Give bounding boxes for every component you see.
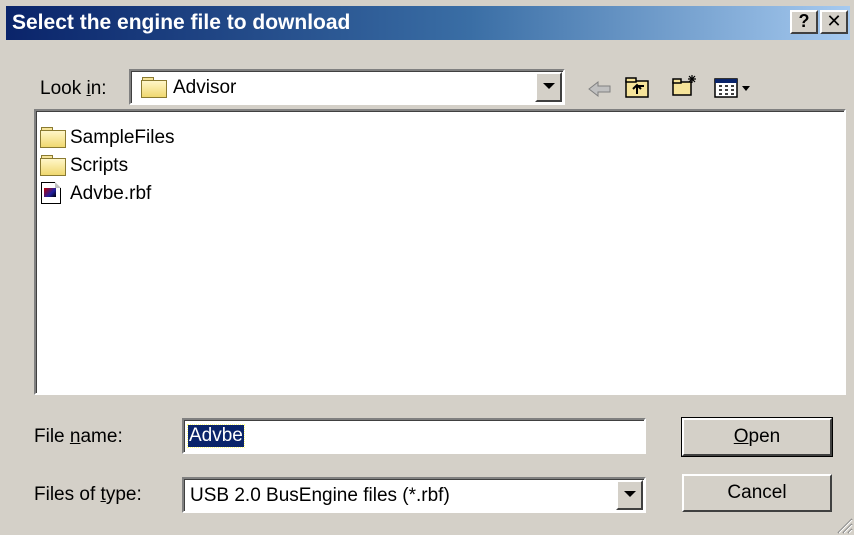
file-list[interactable]: SampleFiles Scripts Advbe.rbf — [34, 109, 846, 395]
back-arrow-icon[interactable] — [586, 77, 614, 101]
file-name-input[interactable]: Advbe — [182, 418, 646, 454]
look-in-label-prefix: Look — [40, 78, 87, 99]
open-button[interactable]: Open — [681, 417, 833, 457]
cancel-button[interactable]: Cancel — [682, 474, 832, 512]
view-menu-icon[interactable] — [713, 76, 757, 100]
file-type-dropdown-arrow[interactable] — [616, 480, 643, 510]
file-name-input-frame — [184, 420, 644, 452]
list-item-label: Advbe.rbf — [70, 183, 152, 204]
file-type-label-prefix: Files of — [34, 484, 101, 505]
list-item-label: Scripts — [70, 155, 129, 176]
open-folder-icon — [141, 77, 167, 98]
title-bar[interactable]: Select the engine file to download ? ✕ — [6, 6, 850, 40]
open-folder-icon-body — [141, 80, 167, 98]
look-in-dropdown[interactable]: Advisor — [129, 69, 565, 105]
close-button[interactable]: ✕ — [820, 10, 848, 34]
file-list-frame — [36, 111, 844, 393]
look-in-label-suffix: n: — [90, 78, 107, 99]
look-in-label: Look in: — [40, 78, 107, 100]
file-name-label-suffix: ame: — [80, 426, 123, 447]
up-one-level-icon[interactable] — [624, 75, 652, 99]
look-in-dropdown-arrow[interactable] — [535, 72, 562, 102]
look-in-value: Advisor — [173, 77, 237, 98]
rbf-file-icon — [41, 182, 61, 204]
file-type-value: USB 2.0 BusEngine files (*.rbf) — [190, 485, 450, 506]
resize-grip-icon[interactable] — [835, 516, 853, 534]
file-open-dialog: Select the engine file to download ? ✕ L… — [0, 0, 854, 535]
new-folder-icon[interactable] — [671, 73, 699, 97]
list-item-label: SampleFiles — [70, 127, 175, 148]
file-name-label-prefix: File — [34, 426, 70, 447]
file-name-label-accel: n — [69, 426, 81, 447]
file-type-dropdown[interactable]: USB 2.0 BusEngine files (*.rbf) — [182, 477, 646, 513]
open-button-accel: O — [733, 426, 749, 447]
file-type-label-suffix: ype: — [105, 484, 142, 505]
dialog-title: Select the engine file to download — [12, 11, 351, 34]
file-type-label: Files of type: — [34, 484, 142, 506]
folder-icon — [40, 155, 66, 176]
folder-icon — [40, 127, 66, 148]
help-button[interactable]: ? — [790, 10, 818, 34]
file-name-label: File name: — [34, 426, 123, 448]
folder-icon-body — [40, 130, 66, 148]
folder-icon-body — [40, 158, 66, 176]
open-button-label: pen — [748, 426, 781, 447]
file-name-value: Advbe — [187, 424, 245, 448]
